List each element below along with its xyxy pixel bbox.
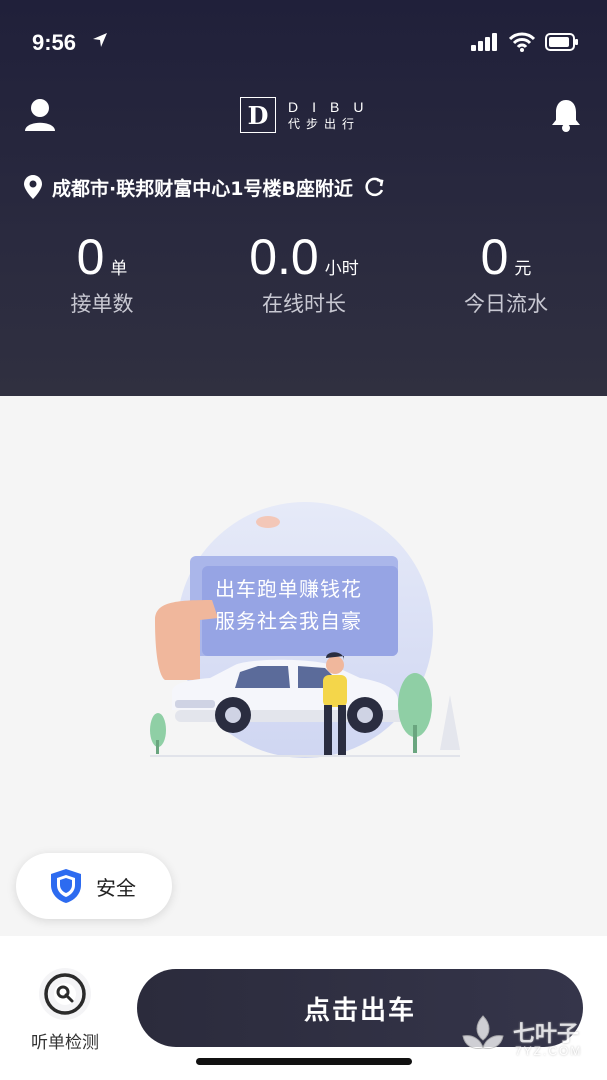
battery-icon [545, 33, 578, 51]
logo-mark: D [240, 97, 276, 133]
leaf-logo-icon [462, 1015, 504, 1049]
location-pin-icon [24, 175, 42, 199]
stat-earnings: 0元 今日流水 [416, 228, 596, 318]
stat-label: 在线时长 [262, 292, 346, 316]
stat-unit: 小时 [324, 259, 359, 279]
stat-label: 今日流水 [464, 292, 548, 316]
listen-check-label: 听单检测 [31, 1033, 99, 1053]
user-icon[interactable] [24, 98, 56, 132]
top-row: D DIBU 代步出行 [0, 92, 607, 142]
logo-en: DIBU [288, 99, 378, 115]
stat-orders: 0单 接单数 [12, 228, 192, 318]
app-logo: D DIBU 代步出行 [240, 97, 377, 133]
status-time: 9:56 [32, 30, 77, 55]
signal-icon [471, 33, 497, 51]
wifi-icon [509, 32, 535, 52]
listen-check-button[interactable]: 听单检测 [22, 966, 108, 1053]
illustration-caption: 出车跑单赚钱花 服务社会我自豪 [215, 573, 362, 637]
illustration-line-1: 出车跑单赚钱花 [215, 577, 362, 601]
status-bar: 9:56 [0, 22, 607, 66]
location-row[interactable]: 成都市·联邦财富中心1号楼B座附近 [24, 172, 385, 202]
stat-value: 0 [480, 229, 509, 285]
illustration: 出车跑单赚钱花 服务社会我自豪 [140, 500, 470, 780]
watermark-sub: 7YZ.COM [515, 1044, 583, 1058]
watermark: 七叶子 7YZ.COM [455, 1010, 605, 1070]
stat-value: 0 [76, 229, 105, 285]
stat-value: 0.0 [249, 229, 319, 285]
location-arrow-icon [93, 33, 107, 47]
bell-icon[interactable] [551, 98, 581, 132]
logo-cn: 代步出行 [288, 117, 361, 131]
safety-label: 安全 [96, 875, 136, 900]
header: 9:56 D DIBU 代步出行 成都市·联邦财富中心1号楼B座附近 0 单 接… [0, 0, 607, 396]
car-driver-illustration [150, 502, 460, 758]
home-indicator [196, 1058, 412, 1065]
shield-icon [51, 869, 81, 903]
stat-online-time: 0.0 小时 在线时长 [214, 228, 394, 318]
location-text: 成都市·联邦财富中心1号楼B座附近 [52, 177, 353, 200]
illustration-line-2: 服务社会我自豪 [215, 609, 362, 633]
stat-unit: 元 [514, 259, 532, 279]
refresh-icon[interactable] [363, 176, 385, 198]
status-icons [471, 32, 579, 52]
listen-check-icon [39, 968, 91, 1020]
stat-label: 接单数 [70, 292, 134, 316]
safety-button[interactable]: 安全 [16, 853, 172, 919]
stats-row: 0单 接单数 0.0 小时 在线时长 0元 今日流水 [0, 228, 607, 328]
stat-unit: 单 [110, 259, 128, 279]
